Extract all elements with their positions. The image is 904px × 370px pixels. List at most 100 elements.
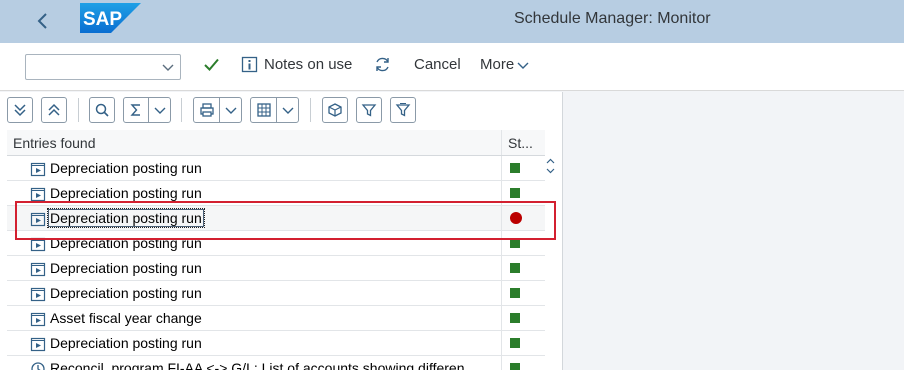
filter-button[interactable] [356,97,382,123]
chevron-down-icon [225,107,236,114]
status-green-icon [510,188,520,198]
toolbar-separator [310,98,311,122]
entry-cell[interactable]: Depreciation posting run [7,206,502,230]
sap-logo: SAP [80,3,141,33]
status-cell [502,356,545,370]
cancel-label: Cancel [414,56,461,73]
status-cell [502,206,545,230]
table-row[interactable]: Depreciation posting run [7,206,545,231]
print-icon [199,103,214,117]
status-cell [502,306,545,330]
cancel-button[interactable]: Cancel [414,56,461,73]
entry-cell[interactable]: Depreciation posting run [7,231,502,255]
status-cell [502,231,545,255]
refresh-button[interactable] [374,56,391,73]
table-row[interactable]: Reconcil. program FI-AA <-> G/L: List of… [7,356,545,370]
entry-label: Asset fiscal year change [50,310,202,326]
checkmark-icon [204,58,219,71]
job-play-icon [30,237,46,252]
status-green-icon [510,363,520,370]
entry-cell[interactable]: Depreciation posting run [7,281,502,305]
more-label: More [480,56,515,73]
variant-dropdown[interactable] [25,54,181,80]
column-header-label: St... [508,135,533,151]
entries-table: Entries found St... Depreciation posting… [7,130,545,370]
table-row[interactable]: Depreciation posting run [7,256,545,281]
chevron-left-icon[interactable] [30,8,56,34]
detail-panel [562,92,904,370]
object-button[interactable] [322,97,348,123]
expand-all-icon [14,104,26,117]
clock-icon [31,362,45,370]
entry-label: Depreciation posting run [50,160,202,176]
job-play-icon [30,262,46,277]
result-panel: Entries found St... Depreciation posting… [0,92,562,370]
table-row[interactable]: Depreciation posting run [7,181,545,206]
status-cell [502,256,545,280]
find-button[interactable] [89,97,115,123]
chevron-down-icon [282,107,293,114]
collapse-all-button[interactable] [41,97,67,123]
search-icon [95,103,109,117]
status-cell [502,156,545,180]
status-green-icon [510,288,520,298]
entry-label: Depreciation posting run [50,335,202,351]
sigma-icon [130,104,140,116]
column-header-status[interactable]: St... [502,130,545,155]
entry-cell[interactable]: Depreciation posting run [7,156,502,180]
status-green-icon [510,238,520,248]
layout-icon [256,103,271,117]
table-row[interactable]: Depreciation posting run [7,281,545,306]
sum-button[interactable] [123,97,171,123]
collapse-all-icon [48,103,60,116]
entry-cell[interactable]: Depreciation posting run [7,256,502,280]
filter-settings-icon [395,103,411,117]
print-button[interactable] [193,97,242,123]
entry-cell[interactable]: Reconcil. program FI-AA <-> G/L: List of… [7,356,502,370]
refresh-icon [376,57,389,72]
entry-label: Depreciation posting run [50,285,202,301]
status-green-icon [510,338,520,348]
chevron-down-icon [154,107,165,114]
table-row[interactable]: Depreciation posting run [7,156,545,181]
status-green-icon [510,313,520,323]
job-play-icon [30,212,46,227]
layout-button[interactable] [250,97,299,123]
app-toolbar: Notes on use Cancel More [0,43,904,91]
scroll-icon [546,158,555,174]
table-row[interactable]: Asset fiscal year change [7,306,545,331]
column-header-entries[interactable]: Entries found [7,130,502,155]
job-play-icon [30,312,46,327]
status-green-icon [510,163,520,173]
table-row[interactable]: Depreciation posting run [7,231,545,256]
entry-cell[interactable]: Depreciation posting run [7,181,502,205]
job-play-icon [30,162,46,177]
entry-label: Depreciation posting run [50,235,202,251]
notes-label: Notes on use [264,56,353,73]
table-row[interactable]: Depreciation posting run [7,331,545,356]
entry-label: Depreciation posting run [50,185,202,201]
status-cell [502,281,545,305]
table-header: Entries found St... [7,130,545,156]
job-play-icon [30,287,46,302]
status-cell [502,331,545,355]
shell-bar: SAP Schedule Manager: Monitor [0,0,904,43]
notes-on-use-button[interactable]: Notes on use [241,56,352,73]
status-cell [502,181,545,205]
entry-cell[interactable]: Depreciation posting run [7,331,502,355]
job-play-icon [30,187,46,202]
logo-text: SAP [83,9,122,30]
more-button[interactable]: More [480,56,529,73]
filter-settings-button[interactable] [390,97,416,123]
entry-label: Depreciation posting run [50,260,202,276]
toolbar-separator [78,98,79,122]
entry-label: Depreciation posting run [47,208,205,228]
info-icon [241,56,258,73]
check-button[interactable] [203,56,220,73]
page-title: Schedule Manager: Monitor [514,10,711,27]
entry-label: Reconcil. program FI-AA <-> G/L: List of… [50,360,465,370]
status-green-icon [510,263,520,273]
expand-all-button[interactable] [7,97,33,123]
scroll-arrows[interactable] [545,156,556,186]
entry-cell[interactable]: Asset fiscal year change [7,306,502,330]
